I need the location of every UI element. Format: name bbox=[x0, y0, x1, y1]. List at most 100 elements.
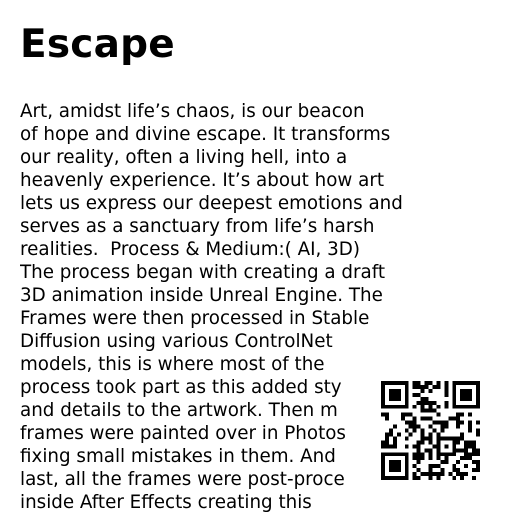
qr-module bbox=[452, 464, 457, 469]
qr-module bbox=[384, 436, 389, 441]
qr-module bbox=[432, 408, 437, 413]
qr-module bbox=[381, 456, 385, 461]
qr-module bbox=[476, 392, 480, 397]
qr-module bbox=[468, 388, 473, 393]
qr-module bbox=[381, 396, 385, 401]
qr-module bbox=[384, 416, 389, 421]
qr-module bbox=[444, 436, 449, 441]
qr-module bbox=[440, 452, 445, 457]
qr-module bbox=[404, 381, 409, 385]
qr-module bbox=[420, 432, 425, 437]
qr-module bbox=[416, 384, 421, 389]
qr-module bbox=[404, 436, 409, 441]
qr-module bbox=[468, 420, 473, 425]
qr-module bbox=[460, 396, 465, 401]
qr-module bbox=[388, 392, 393, 397]
qr-module bbox=[381, 460, 385, 465]
body-line: 3D animation inside Unreal Engine. The bbox=[20, 285, 383, 306]
qr-module bbox=[472, 460, 477, 465]
qr-module bbox=[464, 440, 469, 445]
body-line: Art, amidst life’s chaos, is our beacon bbox=[20, 101, 365, 122]
qr-module bbox=[460, 388, 465, 393]
qr-module bbox=[396, 464, 401, 469]
qr-module bbox=[464, 472, 469, 477]
qr-module bbox=[476, 452, 480, 457]
qr-module bbox=[468, 424, 473, 429]
qr-module bbox=[381, 444, 385, 449]
qr-module bbox=[428, 476, 433, 480]
qr-module bbox=[412, 392, 417, 397]
qr-module bbox=[464, 392, 469, 397]
qr-module bbox=[412, 452, 417, 457]
qr-module bbox=[388, 388, 393, 393]
qr-module bbox=[436, 456, 441, 461]
qr-module bbox=[428, 452, 433, 457]
qr-module bbox=[384, 412, 389, 417]
qr-module bbox=[468, 412, 473, 417]
qr-module bbox=[452, 440, 457, 445]
qr-module bbox=[388, 468, 393, 473]
qr-module bbox=[404, 420, 409, 425]
qr-module bbox=[476, 400, 480, 405]
qr-module bbox=[476, 396, 480, 401]
qr-module bbox=[444, 460, 449, 465]
qr-module bbox=[436, 412, 441, 417]
qr-module bbox=[476, 460, 480, 465]
qr-module bbox=[444, 456, 449, 461]
qr-module bbox=[420, 440, 425, 445]
body-line: of hope and divine escape. It transforms bbox=[20, 124, 391, 145]
qr-module bbox=[412, 464, 417, 469]
qr-module bbox=[400, 412, 405, 417]
qr-module bbox=[424, 396, 429, 401]
qr-module bbox=[468, 396, 473, 401]
qr-module bbox=[444, 381, 449, 385]
qr-module bbox=[400, 381, 405, 385]
qr-module bbox=[452, 476, 457, 480]
qr-module bbox=[384, 381, 389, 385]
qr-module bbox=[428, 381, 433, 385]
qr-module bbox=[448, 452, 453, 457]
qr-module bbox=[408, 432, 413, 437]
qr-module bbox=[428, 388, 433, 393]
qr-module bbox=[444, 404, 449, 409]
qr-module bbox=[464, 464, 469, 469]
qr-module bbox=[384, 452, 389, 457]
qr-module bbox=[464, 404, 469, 409]
qr-module bbox=[404, 412, 409, 417]
qr-module bbox=[440, 460, 445, 465]
qr-module bbox=[464, 396, 469, 401]
qr-module bbox=[424, 448, 429, 453]
qr-module bbox=[476, 384, 480, 389]
qr-module bbox=[416, 452, 421, 457]
qr-module bbox=[444, 400, 449, 405]
qr-module bbox=[420, 436, 425, 441]
qr-module bbox=[396, 476, 401, 480]
qr-module bbox=[452, 396, 457, 401]
body-line: serves as a sanctuary from life’s harsh bbox=[20, 216, 375, 237]
body-line: Diffusion using various ControlNet bbox=[20, 331, 333, 352]
qr-module bbox=[416, 400, 421, 405]
qr-module bbox=[396, 392, 401, 397]
qr-code-graphic bbox=[381, 381, 480, 480]
qr-module bbox=[381, 412, 385, 417]
qr-module bbox=[404, 404, 409, 409]
qr-module bbox=[428, 404, 433, 409]
qr-module bbox=[444, 384, 449, 389]
qr-module bbox=[440, 424, 445, 429]
qr-module bbox=[404, 456, 409, 461]
qr-module bbox=[388, 432, 393, 437]
qr-module bbox=[432, 384, 437, 389]
qr-module bbox=[392, 381, 397, 385]
qr-module bbox=[460, 381, 465, 385]
qr-module bbox=[436, 404, 441, 409]
qr-module bbox=[424, 400, 429, 405]
qr-module bbox=[468, 440, 473, 445]
qr-module bbox=[428, 408, 433, 413]
qr-module bbox=[424, 384, 429, 389]
qr-module bbox=[416, 381, 421, 385]
qr-module bbox=[448, 436, 453, 441]
qr-module bbox=[404, 476, 409, 480]
qr-module bbox=[456, 404, 461, 409]
qr-module bbox=[416, 460, 421, 465]
qr-module bbox=[416, 448, 421, 453]
